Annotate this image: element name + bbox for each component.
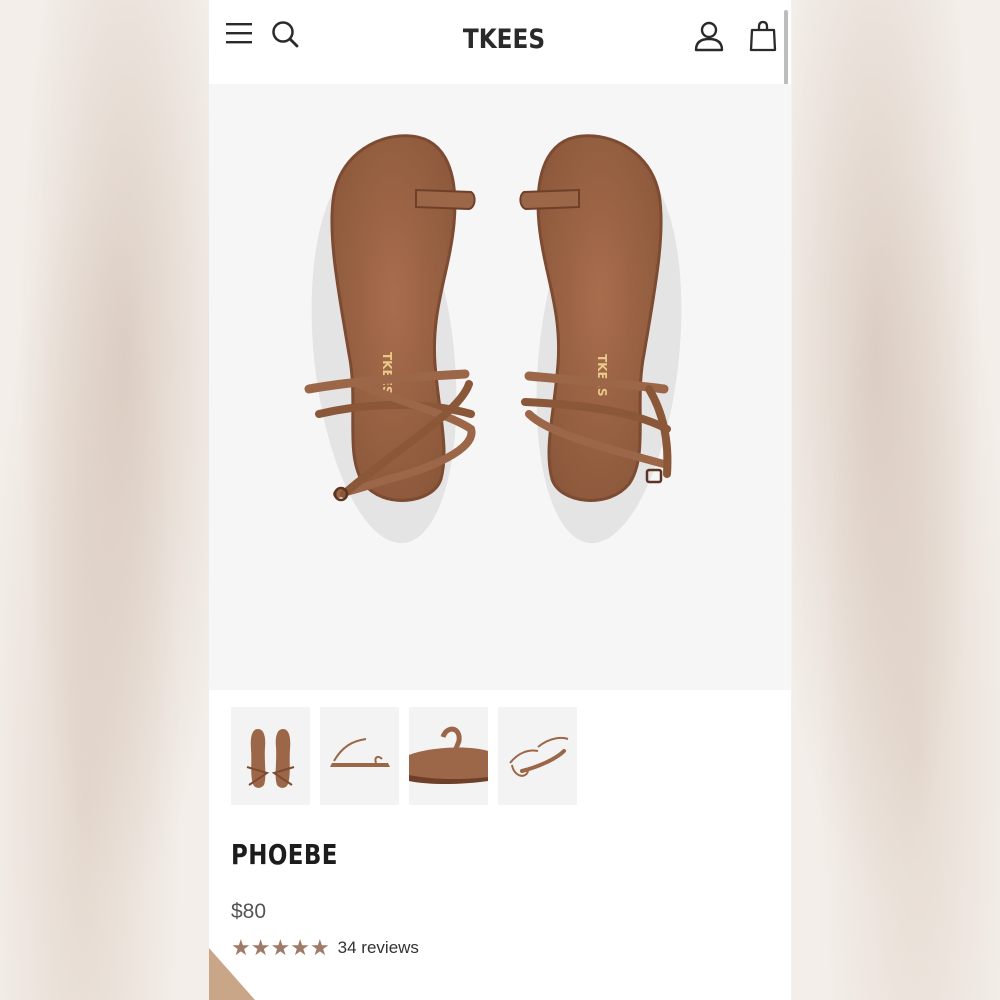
brand-logo-text: TKEES [463,23,545,54]
background-blur-left [0,0,209,1000]
background-blur-right [792,0,1000,1000]
search-icon[interactable] [271,20,299,48]
brand-logo[interactable]: TKEES [454,18,554,58]
reviews-count-link[interactable]: 34 reviews [338,938,419,958]
thumbnail-top-view[interactable] [231,707,310,805]
thumbnail-angled-view[interactable] [498,707,577,805]
product-rating[interactable]: ★ ★ ★ ★ ★ 34 reviews [231,934,419,962]
product-price: $80 [231,900,267,923]
svg-text:TKEES: TKEES [595,354,609,397]
star-icon: ★ [309,935,330,960]
product-main-image[interactable]: TKEES TKEES [209,84,791,690]
top-navigation-bar: TKEES [209,0,791,84]
thumbnail-side-view[interactable] [320,707,399,805]
star-icon: ★ [270,935,291,960]
account-icon[interactable] [693,20,725,52]
product-title: PHOEBE [231,838,338,871]
cart-icon[interactable] [749,20,777,52]
svg-text:TKEES: TKEES [380,352,394,395]
thumbnail-sole-close-up[interactable] [409,707,488,805]
menu-icon[interactable] [226,22,252,44]
decorative-corner [209,948,255,1000]
mobile-page: TKEES TKEES TKEES PHOEBE $80 ★ ★ ★ ★ ★ 3… [209,0,791,1000]
star-icon: ★ [290,935,310,960]
